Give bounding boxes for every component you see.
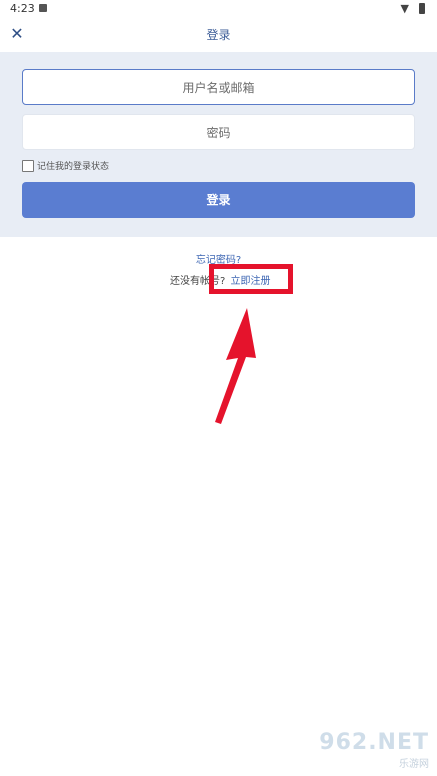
login-form: 用户名或邮箱 密码 记住我的登录状态 登录 bbox=[0, 52, 437, 237]
password-placeholder: 密码 bbox=[206, 126, 231, 140]
pointer-arrow-icon bbox=[215, 308, 256, 424]
wifi-icon: ▼ bbox=[400, 2, 409, 15]
forgot-password-link[interactable]: 忘记密码? bbox=[0, 251, 437, 266]
status-time: 4:23 bbox=[10, 2, 35, 15]
status-bar: 4:23 ▼ bbox=[0, 0, 437, 18]
remember-label: 记住我的登录状态 bbox=[37, 162, 110, 172]
battery-icon bbox=[419, 3, 425, 14]
login-button[interactable]: 登录 bbox=[22, 182, 415, 218]
watermark-brand: 962.NET bbox=[319, 730, 429, 755]
remember-checkbox[interactable] bbox=[22, 160, 34, 172]
username-field[interactable]: 用户名或邮箱 bbox=[22, 69, 415, 105]
no-account-prompt: 还没有帐号? bbox=[170, 276, 226, 287]
register-row: 还没有帐号? 立即注册 bbox=[170, 272, 271, 287]
top-bar: ✕ 登录 bbox=[0, 18, 437, 52]
watermark-logo: 962.NET 乐游网 bbox=[299, 730, 429, 770]
username-placeholder: 用户名或邮箱 bbox=[182, 81, 255, 95]
page-title: 登录 bbox=[206, 28, 231, 42]
notification-icon bbox=[39, 4, 47, 12]
watermark-sub: 乐游网 bbox=[399, 759, 429, 770]
password-field[interactable]: 密码 bbox=[22, 114, 415, 150]
register-link[interactable]: 立即注册 bbox=[231, 276, 271, 287]
